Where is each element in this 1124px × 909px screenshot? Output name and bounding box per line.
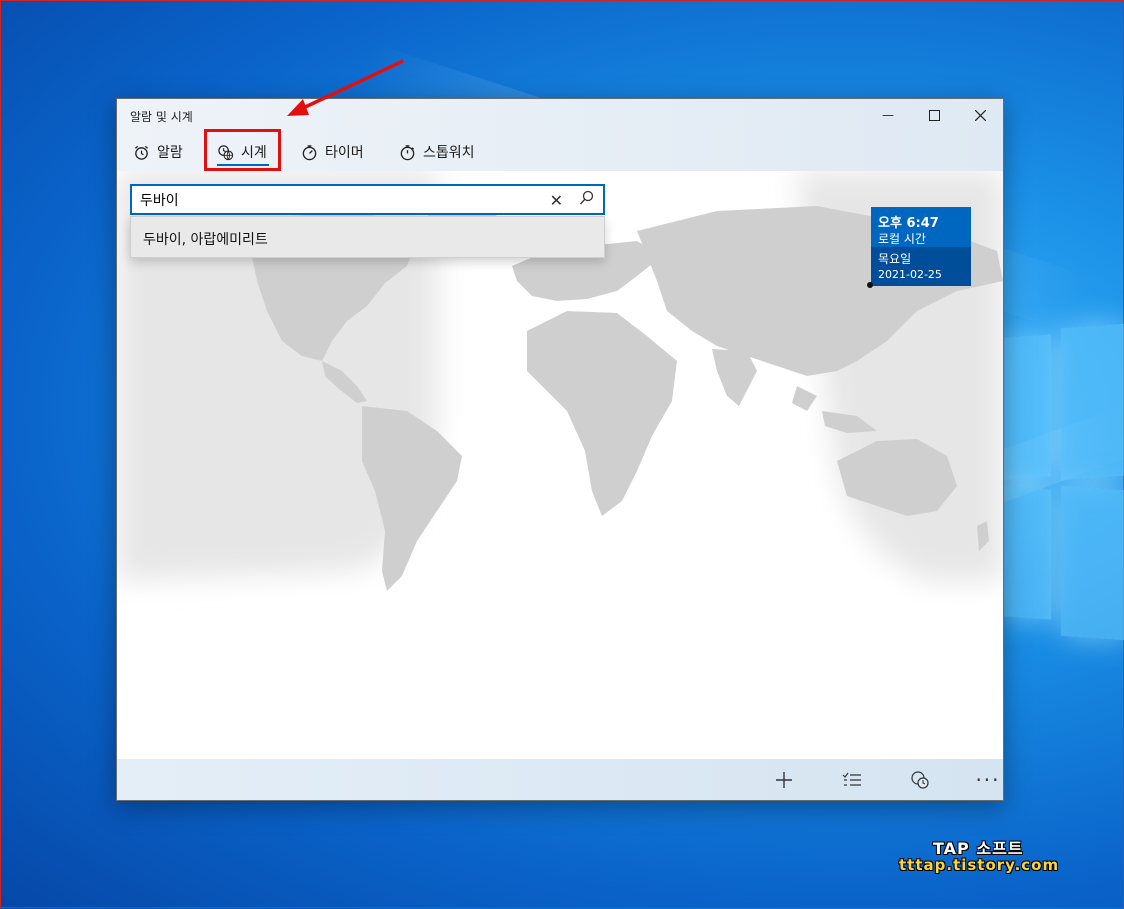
annotation-arrow xyxy=(287,59,404,116)
watermark-url: tttap.tistory.com xyxy=(899,856,1060,874)
